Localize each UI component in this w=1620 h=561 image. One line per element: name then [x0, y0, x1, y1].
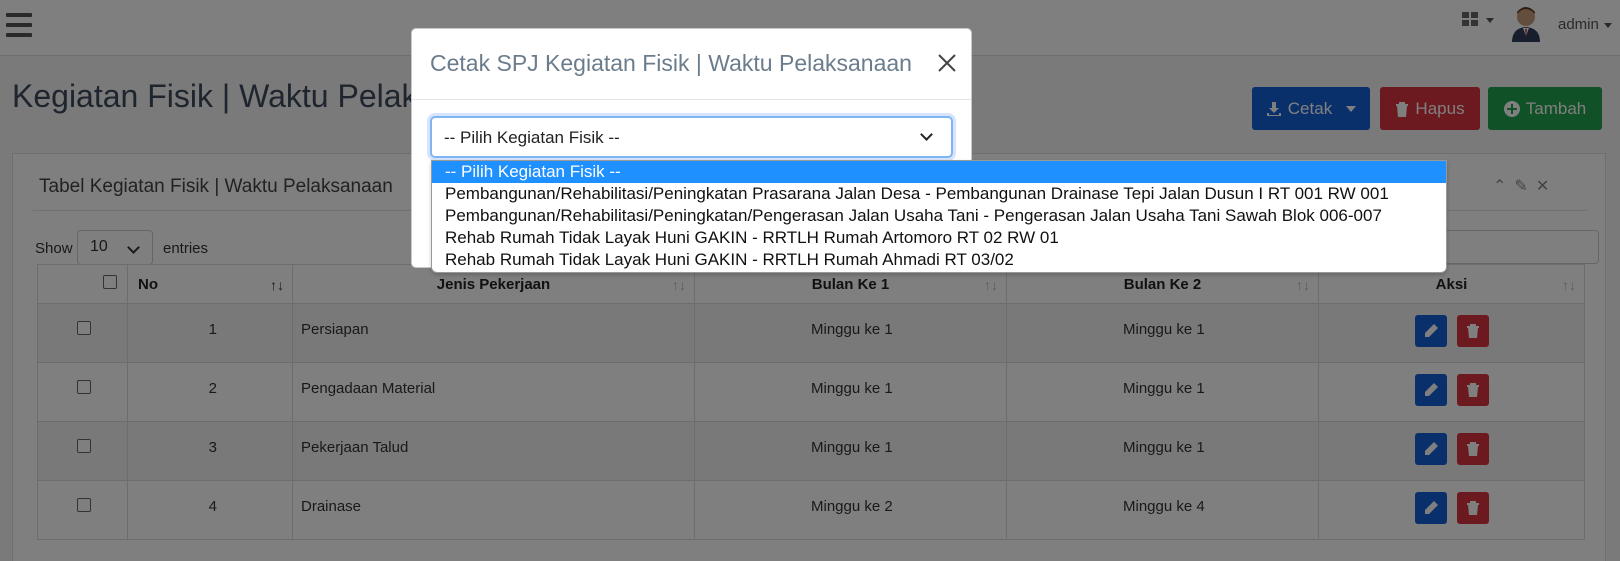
modal-divider [412, 99, 971, 100]
modal-title: Cetak SPJ Kegiatan Fisik | Waktu Pelaksa… [430, 50, 912, 76]
kegiatan-fisik-options: -- Pilih Kegiatan Fisik -- Pembangunan/R… [431, 160, 1447, 273]
dropdown-option[interactable]: Pembangunan/Rehabilitasi/Peningkatan/Pen… [432, 205, 1446, 227]
kegiatan-fisik-select[interactable]: -- Pilih Kegiatan Fisik -- [430, 116, 953, 158]
dropdown-option[interactable]: Rehab Rumah Tidak Layak Huni GAKIN - RRT… [432, 249, 1446, 271]
dropdown-option[interactable]: -- Pilih Kegiatan Fisik -- [432, 161, 1446, 183]
select-value: -- Pilih Kegiatan Fisik -- [444, 128, 620, 147]
dropdown-option[interactable]: Rehab Rumah Tidak Layak Huni GAKIN - RRT… [432, 227, 1446, 249]
close-icon[interactable] [937, 53, 957, 73]
dropdown-option[interactable]: Pembangunan/Rehabilitasi/Peningkatan Pra… [432, 183, 1446, 205]
chevron-down-icon [920, 128, 933, 141]
